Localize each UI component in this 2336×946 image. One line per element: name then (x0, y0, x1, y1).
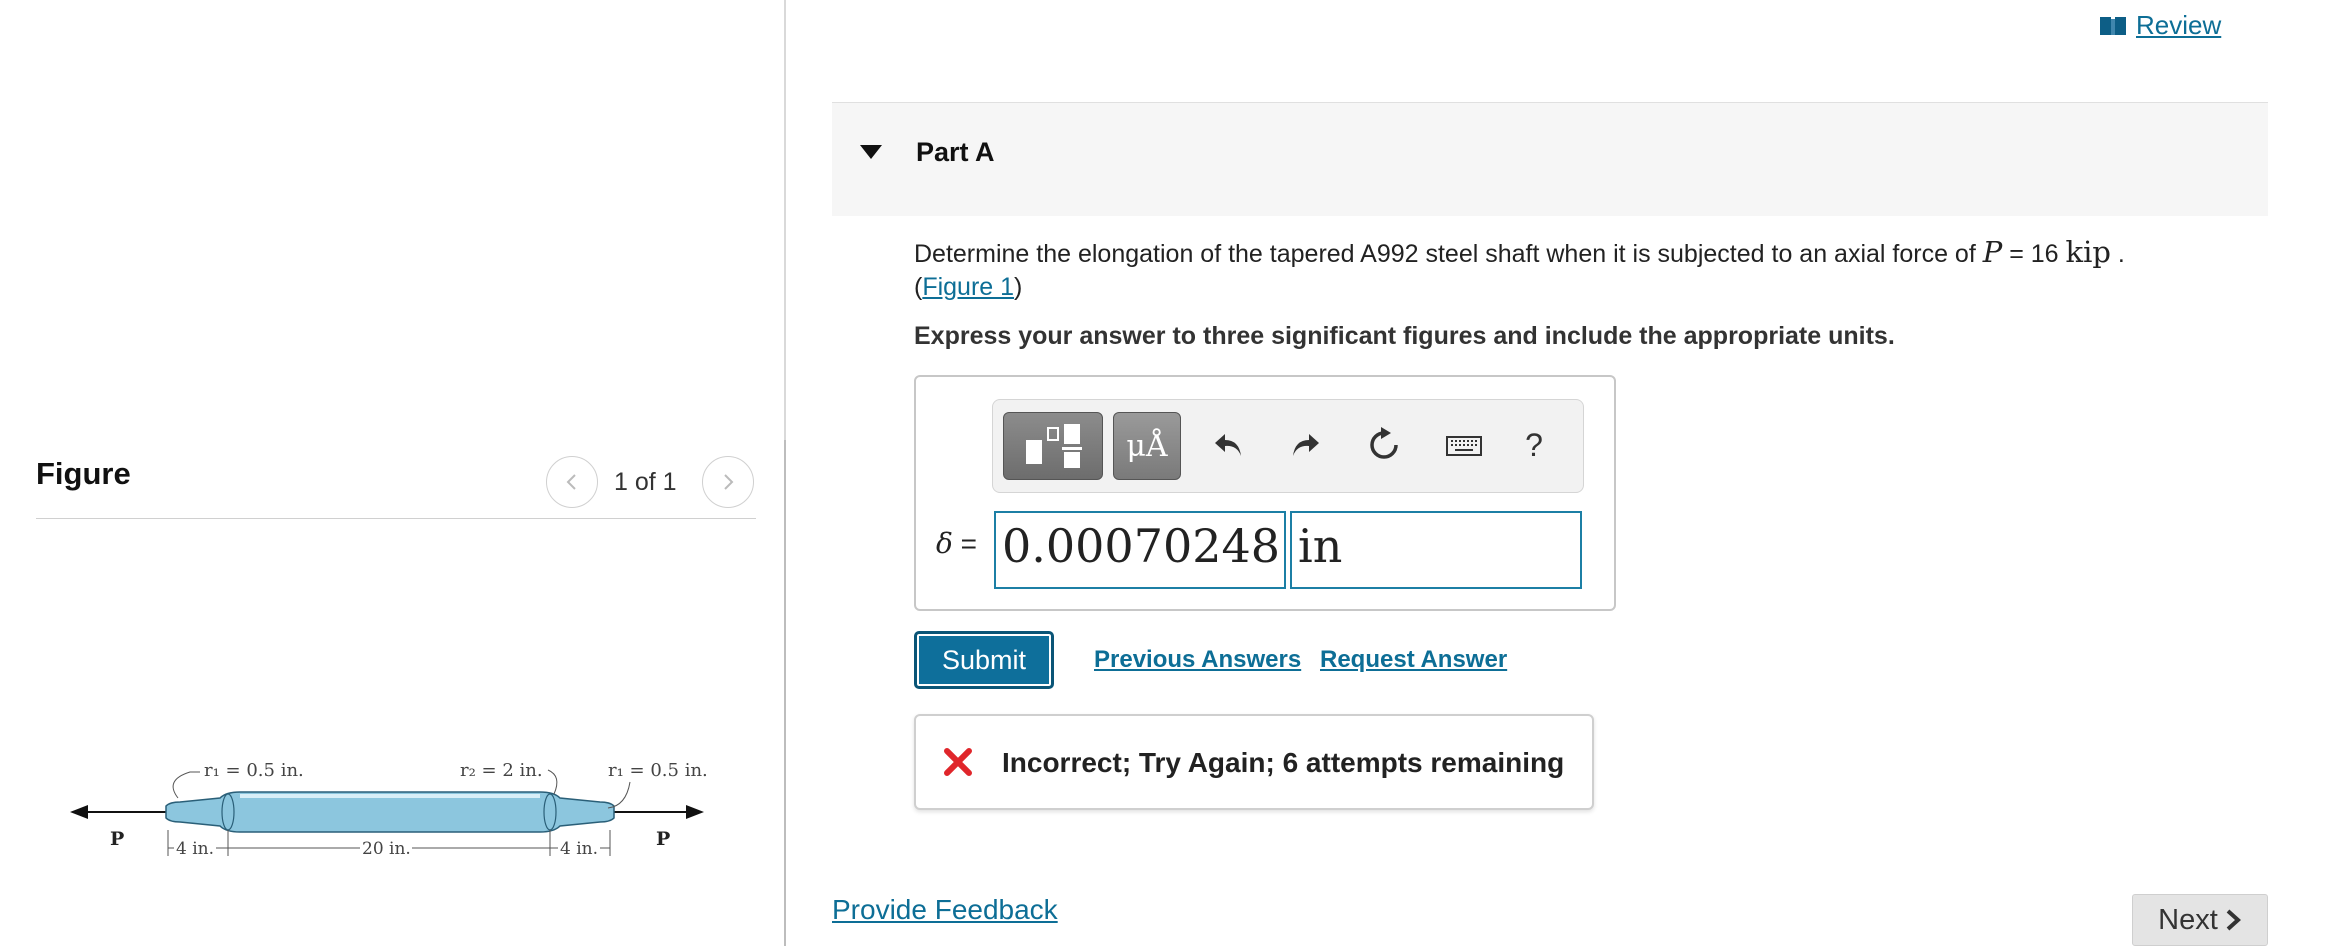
force-unit: kip (2065, 235, 2111, 269)
previous-answers-link[interactable]: Previous Answers (1094, 646, 1301, 674)
feedback-message: Incorrect; Try Again; 6 attempts remaini… (1002, 747, 1565, 778)
collapse-caret-icon[interactable] (860, 145, 882, 159)
force-variable: P (1982, 235, 2003, 269)
next-label: Next (2158, 903, 2218, 936)
figure-separator (36, 518, 756, 519)
answer-unit-input[interactable]: in (1290, 511, 1582, 589)
incorrect-x-icon (944, 748, 972, 776)
provide-feedback-link[interactable]: Provide Feedback (832, 894, 1058, 926)
chevron-right-icon (724, 474, 734, 490)
review-label[interactable]: Review (2136, 10, 2221, 41)
leader-r2 (547, 769, 558, 795)
answer-label: δ = (936, 527, 977, 560)
force-arrow-left-head (70, 805, 88, 819)
dim-middle-label: 20 in. (362, 839, 411, 859)
help-icon: ? (1525, 426, 1543, 463)
undo-icon (1215, 434, 1241, 456)
figure-pager: 1 of 1 (614, 468, 677, 496)
review-link[interactable]: Review (2098, 10, 2221, 41)
label-r2: r₂ = 2 in. (460, 760, 543, 781)
keyboard-button[interactable] (1439, 420, 1489, 470)
force-arrow-right-head (686, 805, 704, 819)
tapered-shaft-diagram: r₁ = 0.5 in. r₂ = 2 in. r₁ = 0.5 in. P P… (70, 760, 708, 859)
next-figure-button[interactable] (702, 456, 754, 508)
next-button[interactable]: Next (2132, 894, 2268, 946)
figure-title: Figure (36, 456, 131, 491)
leader-r1-left (172, 771, 200, 799)
previous-figure-button[interactable] (546, 456, 598, 508)
figure-link[interactable]: Figure 1 (922, 273, 1014, 301)
templates-icon (1026, 424, 1082, 468)
chevron-left-icon (566, 474, 576, 490)
answer-equals: = (952, 528, 977, 559)
math-toolbar: μÅ ? (992, 399, 1584, 493)
dim-right-label: 4 in. (560, 839, 598, 859)
question-text: Determine the elongation of the tapered … (914, 236, 2254, 304)
redo-icon (1293, 434, 1319, 456)
label-force-left: P (110, 828, 124, 850)
answer-box: μÅ ? δ = 0.00070248 in (914, 375, 1616, 611)
label-r1-left: r₁ = 0.5 in. (204, 760, 304, 781)
part-title: Part A (916, 137, 995, 167)
keyboard-icon (1446, 436, 1482, 456)
label-force-right: P (656, 828, 670, 850)
question-body: Determine the elongation of the tapered … (914, 240, 1976, 268)
undo-button[interactable] (1203, 420, 1253, 470)
redo-button[interactable] (1281, 420, 1331, 470)
help-button[interactable]: ? (1509, 420, 1559, 470)
request-answer-link[interactable]: Request Answer (1320, 646, 1507, 674)
feedback-box: Incorrect; Try Again; 6 attempts remaini… (914, 714, 1594, 810)
question-period: . (2110, 240, 2125, 268)
answer-variable: δ (936, 527, 953, 560)
label-r1-right: r₁ = 0.5 in. (608, 760, 708, 781)
chevron-right-icon (2226, 909, 2241, 931)
templates-button[interactable] (1003, 412, 1103, 480)
figure-panel: Figure 1 of 1 r₁ = 0.5 in. r₂ = 2 in. r₁… (0, 0, 786, 946)
submit-button[interactable]: Submit (914, 631, 1054, 689)
reset-icon (1370, 427, 1398, 459)
units-icon: μÅ (1126, 428, 1168, 464)
dim-left-label: 4 in. (176, 839, 214, 859)
units-button[interactable]: μÅ (1113, 412, 1181, 480)
pane-divider-handle[interactable] (784, 440, 786, 946)
part-header[interactable]: Part A (832, 102, 2268, 216)
book-icon (2100, 16, 2126, 35)
instruction-text: Express your answer to three significant… (914, 322, 1895, 350)
paren-close: ) (1014, 273, 1023, 301)
reset-button[interactable] (1359, 420, 1409, 470)
force-equals: = 16 (2002, 240, 2066, 268)
answer-value-input[interactable]: 0.00070248 (994, 511, 1286, 589)
